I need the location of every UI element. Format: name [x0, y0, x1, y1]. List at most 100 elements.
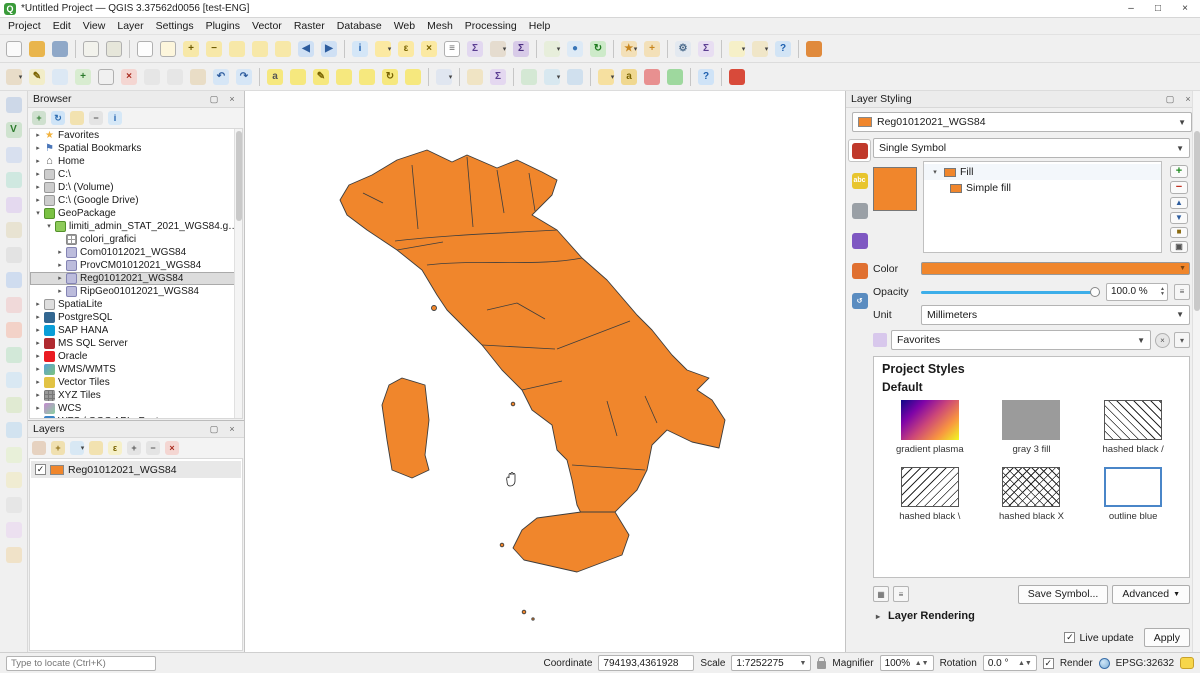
- browser-item-postgresql[interactable]: ▸PostgreSQL: [30, 311, 242, 324]
- undock-icon[interactable]: ▢: [1163, 93, 1177, 105]
- expander-icon[interactable]: ▸: [33, 363, 43, 376]
- duplicate-symbol-layer-button[interactable]: ▣: [1170, 241, 1188, 253]
- change-label-properties-icon[interactable]: [402, 66, 424, 88]
- collapse-all-browser-icon[interactable]: −: [87, 109, 105, 127]
- vertex-tool-icon[interactable]: [95, 66, 117, 88]
- browser-item-home[interactable]: ▸Home: [30, 155, 242, 168]
- add-vector-layer-icon[interactable]: V: [2, 118, 26, 142]
- styling-tab-history[interactable]: ↺: [848, 289, 871, 312]
- open-project-icon[interactable]: [26, 38, 48, 60]
- zoom-to-layer-icon[interactable]: [272, 38, 294, 60]
- close-button[interactable]: ×: [1174, 1, 1196, 16]
- remove-layer-icon[interactable]: ×: [163, 439, 181, 457]
- style-hashb[interactable]: hashed black \: [882, 467, 978, 522]
- statistical-summary-icon[interactable]: Σ: [510, 38, 532, 60]
- new-project-icon[interactable]: [3, 38, 25, 60]
- expander-icon[interactable]: ▸: [33, 350, 43, 363]
- browser-item-reg01012021-wgs84[interactable]: ▸Reg01012021_WGS84: [30, 272, 242, 285]
- lock-scale-icon[interactable]: [817, 661, 826, 669]
- styling-tab-3d-view[interactable]: [848, 229, 871, 252]
- menu-raster[interactable]: Raster: [288, 19, 331, 33]
- browser-item-c-google-drive[interactable]: ▸C:\ (Google Drive): [30, 194, 242, 207]
- manage-map-themes-icon[interactable]: ▾: [68, 439, 86, 457]
- highlight-pinned-labels-icon[interactable]: ✎: [310, 66, 332, 88]
- expander-icon[interactable]: ▸: [33, 298, 43, 311]
- select-by-location-icon[interactable]: [464, 66, 486, 88]
- zoom-in-icon[interactable]: +: [180, 38, 202, 60]
- apply-button[interactable]: Apply: [1144, 628, 1190, 647]
- messages-icon[interactable]: [1180, 657, 1194, 669]
- styling-scrollbar[interactable]: [1192, 91, 1200, 652]
- new-print-layout-icon[interactable]: [80, 38, 102, 60]
- expander-icon[interactable]: ▸: [33, 402, 43, 415]
- new-map-view-icon[interactable]: ▾: [541, 38, 563, 60]
- styling-tab-diagrams[interactable]: [848, 259, 871, 282]
- move-down-button[interactable]: ▼: [1170, 212, 1188, 224]
- add-selected-layers-icon[interactable]: +: [30, 109, 48, 127]
- add-arcgis-rest-layer-icon[interactable]: [2, 443, 26, 467]
- plugin-tool-2-icon[interactable]: [726, 66, 748, 88]
- undo-icon[interactable]: ↶: [210, 66, 232, 88]
- locate-input[interactable]: [6, 656, 156, 671]
- add-xyz-layer-icon[interactable]: [2, 493, 26, 517]
- browser-item-limiti-admin-stat-2021-wgs84-gpkg[interactable]: ▾limiti_admin_STAT_2021_WGS84.gpkg: [30, 220, 242, 233]
- cut-features-icon[interactable]: [141, 66, 163, 88]
- browser-item-spatial-bookmarks[interactable]: ▸Spatial Bookmarks: [30, 142, 242, 155]
- select-by-expression-icon[interactable]: ε: [395, 38, 417, 60]
- list-view-icon[interactable]: ≡: [893, 586, 909, 602]
- browser-item-ms-sql-server[interactable]: ▸MS SQL Server: [30, 337, 242, 350]
- add-sap-hana-layer-icon[interactable]: [2, 343, 26, 367]
- processing-toolbox-icon[interactable]: ⚙: [672, 38, 694, 60]
- add-mssql-layer-icon[interactable]: [2, 293, 26, 317]
- collapse-all-layers-icon[interactable]: −: [144, 439, 162, 457]
- quickmapservices-icon[interactable]: ▾: [541, 66, 563, 88]
- add-mesh-layer-icon[interactable]: [2, 168, 26, 192]
- add-spatialite-layer-icon[interactable]: [2, 243, 26, 267]
- browser-item-xyz-tiles[interactable]: ▸XYZ Tiles: [30, 389, 242, 402]
- layout-manager-icon[interactable]: [103, 38, 125, 60]
- menu-settings[interactable]: Settings: [150, 19, 200, 33]
- styling-tab-labels[interactable]: abc: [848, 169, 871, 192]
- lock-color-button[interactable]: ■: [1170, 227, 1188, 239]
- styling-tab-mask[interactable]: [848, 199, 871, 222]
- live-update-checkbox[interactable]: ✓: [1064, 632, 1075, 643]
- expander-icon[interactable]: ▸: [33, 324, 43, 337]
- expander-icon[interactable]: ▸: [55, 272, 65, 285]
- new-annotation-icon[interactable]: ▾: [595, 66, 617, 88]
- python-console-icon[interactable]: [564, 66, 586, 88]
- open-field-calculator-icon[interactable]: Σ: [487, 66, 509, 88]
- deselect-features-icon[interactable]: ×: [418, 38, 440, 60]
- redo-icon[interactable]: ↷: [233, 66, 255, 88]
- close-panel-icon[interactable]: ×: [225, 423, 239, 435]
- expander-icon[interactable]: ▸: [33, 337, 43, 350]
- add-delimited-text-layer-icon[interactable]: [2, 218, 26, 242]
- layer-rendering-section[interactable]: ▸ Layer Rendering: [873, 606, 1190, 626]
- browser-item-wcs[interactable]: ▸WCS: [30, 402, 242, 415]
- add-raster-layer-icon[interactable]: [2, 143, 26, 167]
- expander-icon[interactable]: ▸: [55, 259, 65, 272]
- browser-item-favorites[interactable]: ▸Favorites: [30, 129, 242, 142]
- expander-icon[interactable]: ▸: [33, 155, 43, 168]
- render-checkbox[interactable]: ✓: [1043, 658, 1054, 669]
- menu-project[interactable]: Project: [2, 19, 47, 33]
- filter-legend-by-expression-icon[interactable]: ε: [106, 439, 124, 457]
- menu-mesh[interactable]: Mesh: [421, 19, 459, 33]
- browser-item-c[interactable]: ▸C:\: [30, 168, 242, 181]
- browser-item-oracle[interactable]: ▸Oracle: [30, 350, 242, 363]
- browser-item-provcm01012021-wgs84[interactable]: ▸ProvCM01012021_WGS84: [30, 259, 242, 272]
- open-data-source-manager-icon[interactable]: [2, 93, 26, 117]
- expand-all-layers-icon[interactable]: +: [125, 439, 143, 457]
- menu-database[interactable]: Database: [331, 19, 388, 33]
- browser-item-geopackage[interactable]: ▾GeoPackage: [30, 207, 242, 220]
- clear-search-icon[interactable]: ×: [1155, 333, 1170, 348]
- new-3d-map-view-icon[interactable]: ▾: [433, 66, 455, 88]
- browser-item-spatialite[interactable]: ▸SpatiaLite: [30, 298, 242, 311]
- new-text-annotation-icon[interactable]: a: [618, 66, 640, 88]
- style-hashx[interactable]: hashed black X: [984, 467, 1080, 522]
- opacity-slider[interactable]: [921, 285, 1100, 299]
- browser-item-sap-hana[interactable]: ▸SAP HANA: [30, 324, 242, 337]
- styling-layer-selector[interactable]: Reg01012021_WGS84 ▼: [852, 112, 1192, 132]
- delete-selected-icon[interactable]: ×: [118, 66, 140, 88]
- expander-icon[interactable]: ▸: [55, 285, 65, 298]
- menu-plugins[interactable]: Plugins: [200, 19, 246, 33]
